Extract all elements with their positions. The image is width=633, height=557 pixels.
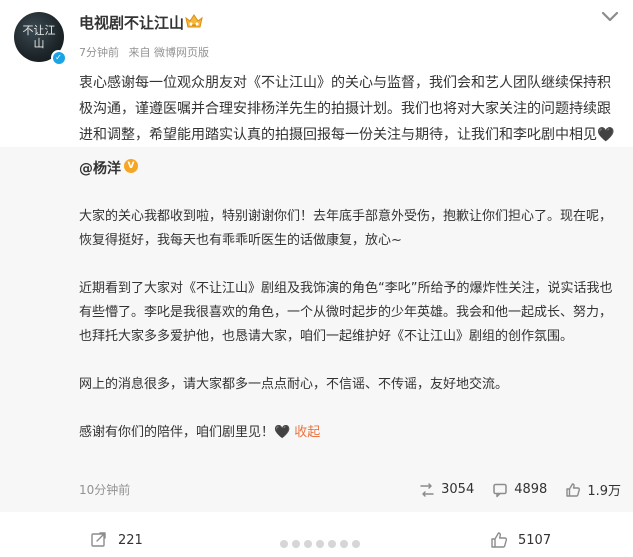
- like-icon: [491, 532, 508, 548]
- post-source: 来自 微博网页版: [128, 46, 210, 59]
- like-count: 5107: [518, 532, 552, 548]
- post-body: 衷心感谢每一位观众朋友对《不让江山》的关心与监督，我们会和艺人团队继续保持积极沟…: [79, 70, 624, 148]
- gold-verified-icon: V: [124, 159, 138, 173]
- repost-icon: [420, 482, 434, 497]
- crown-icon: [185, 14, 203, 28]
- retweet-repost-button[interactable]: 3054: [419, 482, 474, 498]
- dot: [352, 540, 360, 548]
- collapse-link[interactable]: 收起: [294, 425, 320, 440]
- chevron-down-icon[interactable]: [599, 10, 621, 24]
- retweet-body: 大家的关心我都收到啦，特别谢谢你们！去年底手部意外受伤，抱歉让你们担心了。现在呢…: [79, 205, 619, 445]
- retweet-last-text: 感谢有你们的陪伴，咱们剧里见！: [79, 425, 275, 440]
- retweet-author[interactable]: @杨洋: [79, 158, 121, 178]
- heart-emoji: 🖤: [597, 127, 615, 143]
- post-time[interactable]: 7分钟前: [79, 46, 119, 59]
- loading-dots: [220, 539, 420, 549]
- retweet-paragraph: 网上的消息很多，请大家都多一点点耐心，不信谣、不传谣，友好地交流。: [79, 377, 509, 392]
- like-icon: [566, 482, 581, 497]
- like-button[interactable]: 5107: [490, 531, 551, 549]
- retweet-like-button[interactable]: 1.9万: [565, 480, 621, 499]
- retweet-card: @杨洋 V 大家的关心我都收到啦，特别谢谢你们！去年底手部意外受伤，抱歉让你们担…: [0, 147, 633, 512]
- retweet-paragraph: 大家的关心我都收到啦，特别谢谢你们！去年底手部意外受伤，抱歉让你们担心了。现在呢…: [79, 209, 613, 248]
- dot: [292, 540, 300, 548]
- repost-button[interactable]: 221: [90, 531, 143, 549]
- retweet-comment-button[interactable]: 4898: [492, 482, 547, 498]
- post-text: 衷心感谢每一位观众朋友对《不让江山》的关心与监督，我们会和艺人团队继续保持积极沟…: [79, 75, 611, 143]
- dot: [304, 540, 312, 548]
- dot: [280, 540, 288, 548]
- repost-icon: [91, 532, 106, 547]
- dot: [316, 540, 324, 548]
- post-action-bar: 221 5107: [0, 528, 633, 557]
- verified-icon: ✓: [51, 50, 66, 65]
- retweet-paragraph-last: 感谢有你们的陪伴，咱们剧里见！🖤 收起: [79, 421, 619, 445]
- comment-icon: [493, 483, 507, 497]
- dot: [328, 540, 336, 548]
- retweet-paragraph: 近期看到了大家对《不让江山》剧组及我饰演的角色“李叱”所给予的爆炸性关注，说实话…: [79, 281, 613, 344]
- post-header: 不让江山 ✓ 电视剧不让江山 7分钟前 来自 微博网页版: [0, 0, 633, 66]
- post-meta: 7分钟前 来自 微博网页版: [79, 44, 215, 60]
- retweet-stats: 3054 4898 1.9万: [401, 480, 621, 499]
- retweet-repost-count: 3054: [441, 482, 475, 497]
- author-name[interactable]: 电视剧不让江山: [79, 12, 184, 33]
- retweet-comment-count: 4898: [514, 482, 548, 497]
- dot: [340, 540, 348, 548]
- repost-count: 221: [118, 532, 143, 548]
- retweet-time[interactable]: 10分钟前: [79, 481, 130, 498]
- retweet-like-count: 1.9万: [587, 484, 621, 499]
- heart-emoji: 🖤: [274, 425, 291, 440]
